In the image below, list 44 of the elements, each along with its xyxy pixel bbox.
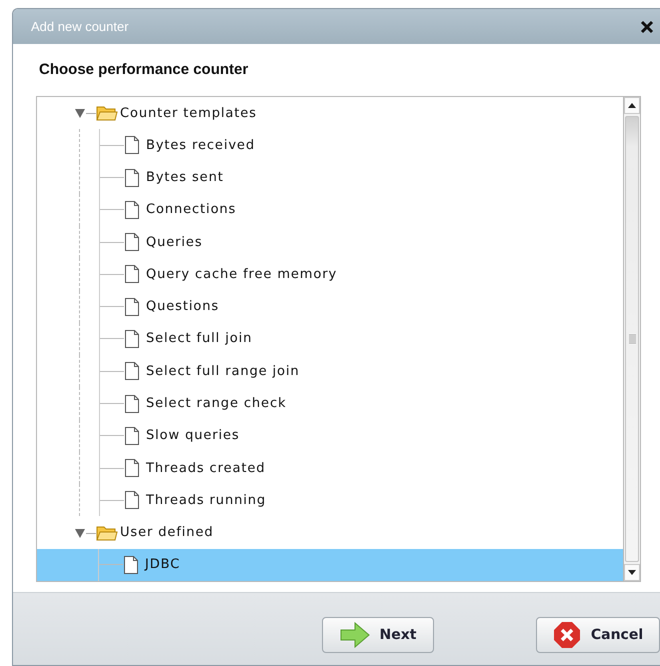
window-title: Add new counter: [31, 19, 129, 34]
document-icon: [124, 168, 140, 188]
document-icon: [124, 328, 140, 349]
close-icon[interactable]: [640, 20, 654, 34]
tree-item[interactable]: Query cache free memory: [146, 266, 338, 282]
document-icon: [124, 426, 140, 446]
selected-tree-row[interactable]: JDBC: [37, 548, 623, 581]
tree-item[interactable]: Bytes sent: [146, 170, 224, 186]
tree-item[interactable]: Slow queries: [146, 428, 240, 444]
arrow-icon: [340, 622, 370, 648]
document-icon: [124, 490, 140, 510]
document-icon: [124, 200, 140, 220]
folder-label[interactable]: Counter templates: [120, 106, 257, 121]
scroll-thumb[interactable]: [625, 116, 639, 562]
folder-label[interactable]: User defined: [120, 525, 214, 540]
scroll-up-icon[interactable]: [624, 97, 640, 114]
folder-icon: [96, 105, 118, 122]
tree-item[interactable]: Threads running: [146, 492, 266, 508]
document-icon: [124, 264, 140, 284]
document-icon: [124, 361, 140, 382]
document-icon: [124, 458, 140, 478]
cancel-icon: [552, 621, 581, 649]
tree-item[interactable]: Bytes received: [146, 138, 255, 153]
tree-item[interactable]: Questions: [146, 299, 220, 314]
next-button[interactable]: Next: [322, 617, 434, 653]
tree-item[interactable]: Select full range join: [146, 364, 300, 379]
cancel-button[interactable]: Cancel: [536, 617, 660, 653]
folder-icon: [96, 524, 118, 541]
tree-item[interactable]: Connections: [146, 202, 236, 218]
document-icon: [124, 135, 140, 156]
tree-item[interactable]: Threads created: [146, 460, 266, 476]
section-heading: Choose performance counter: [38, 60, 250, 78]
tree-item[interactable]: Queries: [146, 234, 202, 250]
collapse-arrow-icon[interactable]: [74, 526, 86, 539]
scrollbar[interactable]: [623, 97, 640, 581]
tree-item[interactable]: JDBC: [145, 557, 180, 572]
tree-item[interactable]: Select range check: [146, 396, 286, 412]
collapse-arrow-icon[interactable]: [74, 107, 86, 120]
document-icon: [123, 554, 139, 575]
scroll-down-icon[interactable]: [624, 564, 640, 581]
document-icon: [124, 296, 140, 317]
tree-item[interactable]: Select full join: [146, 331, 252, 346]
document-icon: [124, 232, 140, 252]
document-icon: [124, 394, 140, 414]
